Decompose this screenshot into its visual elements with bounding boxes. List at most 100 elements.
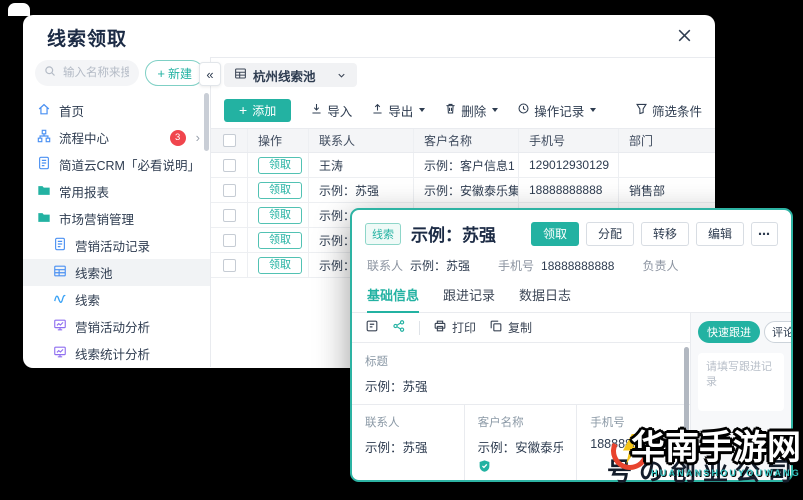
phone-cell: 129012930129: [519, 153, 619, 177]
grid-icon: [234, 67, 247, 83]
follow-actions: 快速跟进 评论: [698, 321, 791, 343]
search-input[interactable]: [35, 60, 140, 86]
clock-icon: [517, 102, 530, 118]
add-button[interactable]: + 添加: [224, 98, 292, 122]
detail-actions: 领取 分配 转移 编辑 ⋯: [530, 221, 778, 246]
contact-cell: 王涛: [309, 153, 414, 177]
claim-button[interactable]: 领取: [258, 231, 302, 249]
search-icon: [44, 64, 56, 82]
copy-icon: [489, 319, 503, 336]
pool-selector[interactable]: 杭州线索池: [224, 63, 357, 87]
dept-cell: 销售部: [629, 183, 666, 198]
tab-data-log[interactable]: 数据日志: [519, 285, 571, 312]
share-button[interactable]: [392, 319, 406, 336]
tab-follow-records[interactable]: 跟进记录: [443, 285, 495, 312]
page-title: 线索领取: [47, 28, 128, 50]
sidebar-item-leads[interactable]: 线索: [23, 286, 210, 313]
claim-button[interactable]: 领取: [258, 206, 302, 224]
field-contact: 联系人 示例：苏强: [352, 405, 465, 480]
contact-cell: 示例：苏强: [309, 178, 414, 202]
detail-meta: 联系人 示例：苏强 手机号 18888888888 负责人: [367, 259, 679, 273]
site-watermark: 号の创业公司 华南手游网 HUANANSHOUYOUWANG: [605, 426, 801, 494]
document-icon: [53, 237, 67, 254]
lead-type-badge: 线索: [365, 222, 401, 245]
note-button[interactable]: [365, 319, 379, 336]
sidebar-item-process-center[interactable]: 流程中心 3 ›: [23, 124, 210, 151]
wave-icon: [53, 291, 67, 308]
quick-follow-button[interactable]: 快速跟进: [698, 321, 760, 343]
sidebar-scrollbar[interactable]: [204, 93, 209, 151]
search-field[interactable]: [61, 66, 131, 80]
filter-button[interactable]: 筛选条件: [635, 101, 702, 120]
sidebar-menu: 首页 流程中心 3 › 简道云CRM「必看说明」 常用报表 市场营销管理 营销活…: [23, 95, 210, 367]
caret-down-icon: [492, 108, 499, 112]
claim-button[interactable]: 领取: [258, 181, 302, 199]
export-icon: [371, 102, 384, 118]
sidebar-item-common-reports[interactable]: 常用报表: [23, 178, 210, 205]
sidebar-item-crm-readme[interactable]: 简道云CRM「必看说明」: [23, 151, 210, 178]
plus-icon: +: [239, 102, 248, 118]
edit-button[interactable]: 编辑: [695, 221, 744, 246]
notification-badge: 3: [169, 129, 186, 146]
detail-toolbar: 打印 复制: [352, 313, 690, 343]
table-row: 领取 示例：苏强 示例：安徽泰乐集团 18888888888 销售部: [211, 178, 715, 203]
meta-contact: 示例：苏强: [410, 259, 471, 273]
divider: [419, 320, 420, 335]
phone-cell: 18888888888: [519, 178, 619, 202]
funnel-icon: [635, 102, 648, 118]
sidebar-item-marketing-mgmt[interactable]: 市场营销管理: [23, 205, 210, 232]
assign-button[interactable]: 分配: [585, 221, 634, 246]
comment-button[interactable]: 评论: [764, 321, 791, 343]
copy-button[interactable]: 复制: [489, 319, 532, 336]
sidebar-item-marketing-analysis[interactable]: 营销活动分析: [23, 313, 210, 340]
close-button[interactable]: [676, 27, 693, 47]
chevron-down-icon: [336, 70, 347, 81]
modal-header: 线索领取: [23, 15, 715, 57]
header-customer: 客户名称: [414, 129, 519, 152]
table-icon: [53, 264, 67, 281]
row-checkbox[interactable]: [222, 258, 236, 272]
watermark-text: 华南手游网: [631, 429, 801, 467]
sidebar-item-marketing-records[interactable]: 营销活动记录: [23, 232, 210, 259]
transfer-button[interactable]: 转移: [640, 221, 689, 246]
row-checkbox[interactable]: [222, 183, 236, 197]
pool-bar: 杭州线索池: [211, 58, 715, 92]
meta-phone: 18888888888: [541, 259, 615, 273]
delete-button[interactable]: 删除: [444, 101, 499, 120]
screen: 线索领取 + 新建: [0, 0, 803, 500]
claim-button[interactable]: 领取: [530, 221, 579, 246]
sidebar-item-lead-pool[interactable]: 线索池: [23, 259, 210, 286]
collapse-sidebar-button[interactable]: «: [199, 62, 221, 86]
header-dept: 部门: [629, 134, 654, 148]
print-button[interactable]: 打印: [433, 319, 476, 336]
row-checkbox[interactable]: [222, 158, 236, 172]
field-customer: 客户名称 示例：安徽泰乐集团: [465, 405, 578, 480]
detail-header: 线索 示例：苏强 领取 分配 转移 编辑 ⋯: [352, 210, 791, 246]
export-button[interactable]: 导出: [371, 101, 426, 120]
header-phone: 手机号: [519, 129, 619, 152]
document-icon: [37, 156, 51, 173]
tab-basic-info[interactable]: 基础信息: [367, 285, 420, 313]
header-action: 操作: [248, 129, 309, 152]
customer-cell: 示例：客户信息1: [414, 153, 519, 177]
sidebar-item-lead-stats[interactable]: 线索统计分析: [23, 340, 210, 367]
more-button[interactable]: ⋯: [751, 221, 778, 246]
claim-button[interactable]: 领取: [258, 256, 302, 274]
home-icon: [37, 102, 51, 119]
import-button[interactable]: 导入: [310, 101, 352, 120]
dashboard-icon: [53, 318, 67, 335]
operation-log-button[interactable]: 操作记录: [517, 101, 597, 120]
caret-down-icon: [590, 108, 597, 112]
claim-button[interactable]: 领取: [258, 156, 302, 174]
table-toolbar: + 添加 导入 导出 删除 操作记录 筛选条件: [211, 92, 715, 128]
row-checkbox[interactable]: [222, 233, 236, 247]
row-checkbox[interactable]: [222, 208, 236, 222]
new-button[interactable]: + 新建: [145, 60, 204, 86]
select-all-checkbox[interactable]: [222, 134, 236, 147]
table-row: 领取 王涛 示例：客户信息1 129012930129: [211, 153, 715, 178]
flow-icon: [37, 129, 51, 146]
sidebar-item-home[interactable]: 首页: [23, 97, 210, 124]
chevron-right-icon[interactable]: ›: [196, 130, 200, 145]
follow-input[interactable]: 请填写跟进记录: [698, 353, 784, 411]
watermark-subtext: HUANANSHOUYOUWANG: [651, 468, 801, 479]
